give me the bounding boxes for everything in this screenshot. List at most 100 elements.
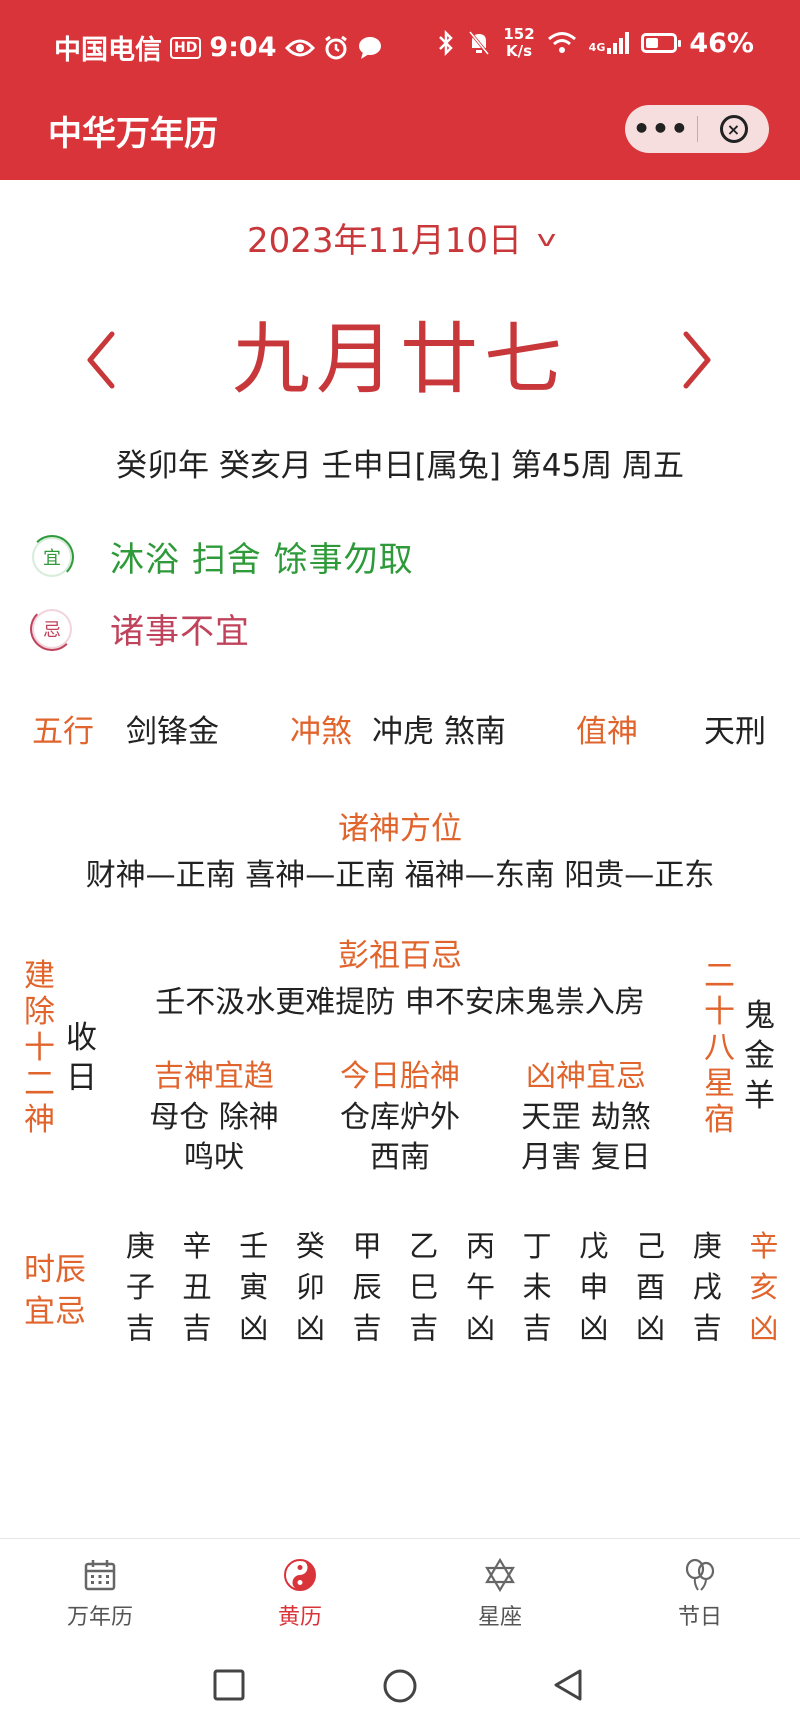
- xiongshen-line: 月害 复日: [521, 1140, 651, 1175]
- recent-apps-button[interactable]: [212, 1668, 246, 1702]
- taishen-block: 今日胎神 仓库炉外 西南: [300, 1056, 500, 1178]
- jianchu-label: 建 除 十 二 神: [24, 958, 55, 1138]
- hour-gan: 乙: [409, 1229, 439, 1263]
- tab-jieri[interactable]: 节日: [600, 1539, 800, 1638]
- jishen-block: 吉神宜趋 母仓 除神 鸣吠: [114, 1056, 314, 1178]
- close-icon: ×: [719, 115, 748, 143]
- hour-luck: 凶: [465, 1311, 495, 1345]
- chat-bubble-icon: [358, 36, 381, 59]
- xingxiu-value-char: 鬼: [744, 998, 775, 1034]
- hours-label-line: 宜忌: [24, 1294, 86, 1330]
- jishen-line: 鸣吠: [184, 1140, 244, 1175]
- hour-luck: 吉: [692, 1311, 722, 1345]
- hour-column: 戊申凶: [566, 1226, 623, 1349]
- hour-gan: 己: [636, 1229, 666, 1263]
- jianchu-char: 建: [24, 958, 55, 994]
- star-of-david-icon: [485, 1557, 515, 1593]
- xingxiu-char: 八: [704, 1030, 735, 1066]
- hour-luck: 吉: [182, 1311, 212, 1345]
- xiongshen-line: 天罡 劫煞: [521, 1100, 651, 1135]
- chongsha-label: 冲煞: [290, 714, 352, 750]
- jianchu-char: 神: [24, 1102, 55, 1138]
- hours-label: 时辰 宜忌: [24, 1249, 86, 1333]
- xingxiu-char: 十: [704, 994, 735, 1030]
- xingxiu-label: 二 十 八 星 宿: [704, 958, 735, 1138]
- system-nav-bar: [0, 1638, 800, 1734]
- mini-program-capsule: ••• ×: [625, 105, 769, 153]
- xingxiu-char: 二: [704, 958, 735, 994]
- hour-gan: 庚: [125, 1229, 155, 1263]
- battery-percent: 46%: [689, 27, 754, 59]
- taishen-line: 仓库炉外: [340, 1100, 460, 1135]
- hour-luck: 凶: [579, 1311, 609, 1345]
- battery-icon: [641, 33, 682, 53]
- hour-gan: 辛: [182, 1229, 212, 1263]
- hour-zhi: 子: [125, 1270, 155, 1304]
- hour-zhi: 卯: [295, 1270, 325, 1304]
- xingxiu-char: 宿: [704, 1102, 735, 1138]
- zhishen-label: 值神: [576, 714, 638, 750]
- hour-gan: 庚: [692, 1229, 722, 1263]
- hour-column: 庚子吉: [112, 1226, 169, 1349]
- tab-huangli[interactable]: 黄历: [200, 1539, 400, 1638]
- jianchu-char: 十: [24, 1030, 55, 1066]
- hour-column: 庚戌吉: [679, 1226, 736, 1349]
- back-button[interactable]: [552, 1668, 584, 1702]
- speed-unit: K/s: [506, 42, 533, 60]
- hour-gan: 丁: [522, 1229, 552, 1263]
- status-bar: 中国电信 HD 9:04 152 K/s 4G 46%: [0, 0, 800, 90]
- wifi-icon: [547, 32, 576, 53]
- alarm-icon: [324, 35, 347, 59]
- hours-grid: 庚子吉辛丑吉壬寅凶癸卯凶甲辰吉乙巳吉丙午凶丁未吉戊申凶己酉凶庚戌吉辛亥凶: [112, 1226, 792, 1349]
- hour-gan: 癸: [295, 1229, 325, 1263]
- home-button[interactable]: [382, 1668, 418, 1704]
- yi-badge-icon: 宜: [30, 534, 74, 579]
- tab-xingzuo[interactable]: 星座: [400, 1539, 600, 1638]
- xingxiu-value: 鬼 金 羊: [744, 996, 775, 1116]
- signal-indicator: 4G: [589, 32, 630, 54]
- hd-badge: HD: [170, 36, 202, 59]
- zhushen-title: 诸神方位: [338, 811, 462, 847]
- tab-wannianli[interactable]: 万年历: [0, 1539, 200, 1638]
- wuxing-value: 剑锋金: [126, 714, 219, 750]
- xingxiu-char: 星: [704, 1066, 735, 1102]
- hour-zhi: 丑: [182, 1270, 212, 1304]
- status-right: 152 K/s 4G 46%: [437, 26, 754, 60]
- ji-badge-icon: 忌: [30, 606, 74, 651]
- hour-column: 己酉凶: [622, 1226, 679, 1349]
- hour-zhi: 酉: [636, 1270, 666, 1304]
- hour-zhi: 巳: [409, 1270, 439, 1304]
- hour-column: 丙午凶: [452, 1226, 509, 1349]
- hour-zhi: 辰: [352, 1270, 382, 1304]
- date-selector[interactable]: 2023年11月10日 v: [0, 213, 800, 262]
- previous-day-button[interactable]: [82, 328, 122, 392]
- zhushen-text: 财神—正南 喜神—正南 福神—东南 阳贵—正东: [85, 858, 715, 893]
- pengzu-text: 壬不汲水更难提防 申不安床鬼祟入房: [155, 985, 645, 1020]
- more-button[interactable]: •••: [625, 109, 697, 149]
- hour-column: 乙巳吉: [395, 1226, 452, 1349]
- hour-gan: 甲: [352, 1229, 382, 1263]
- next-day-button[interactable]: [676, 328, 716, 392]
- zhishen-value: 天刑: [704, 714, 766, 750]
- jishen-title: 吉神宜趋: [154, 1059, 274, 1094]
- tab-label: 星座: [477, 1605, 522, 1630]
- bluetooth-icon: [439, 30, 454, 56]
- network-speed: 152 K/s: [503, 26, 534, 60]
- gregorian-date: 2023年11月10日: [246, 221, 523, 261]
- bottom-tab-bar: 万年历 黄历 星座 节日: [0, 1538, 800, 1638]
- tab-label: 节日: [677, 1605, 722, 1630]
- hour-column: 辛亥凶: [736, 1226, 793, 1349]
- pengzu-title: 彭祖百忌: [338, 938, 462, 974]
- hour-luck: 凶: [295, 1311, 325, 1345]
- app-title: 中华万年历: [48, 114, 218, 154]
- close-button[interactable]: ×: [698, 115, 769, 143]
- ganzhi-info: 癸卯年 癸亥月 壬申日[属兔] 第45周 周五: [115, 448, 685, 484]
- hour-zhi: 寅: [239, 1270, 269, 1304]
- hour-luck: 吉: [522, 1311, 552, 1345]
- taishen-line: 西南: [370, 1140, 430, 1175]
- hour-gan: 壬: [239, 1229, 269, 1263]
- tab-label: 万年历: [66, 1605, 133, 1630]
- hour-zhi: 申: [579, 1270, 609, 1304]
- eye-icon: [284, 39, 315, 56]
- app-header: 中国电信 HD 9:04 152 K/s 4G 46% 中华万年历 ••• ×: [0, 0, 800, 180]
